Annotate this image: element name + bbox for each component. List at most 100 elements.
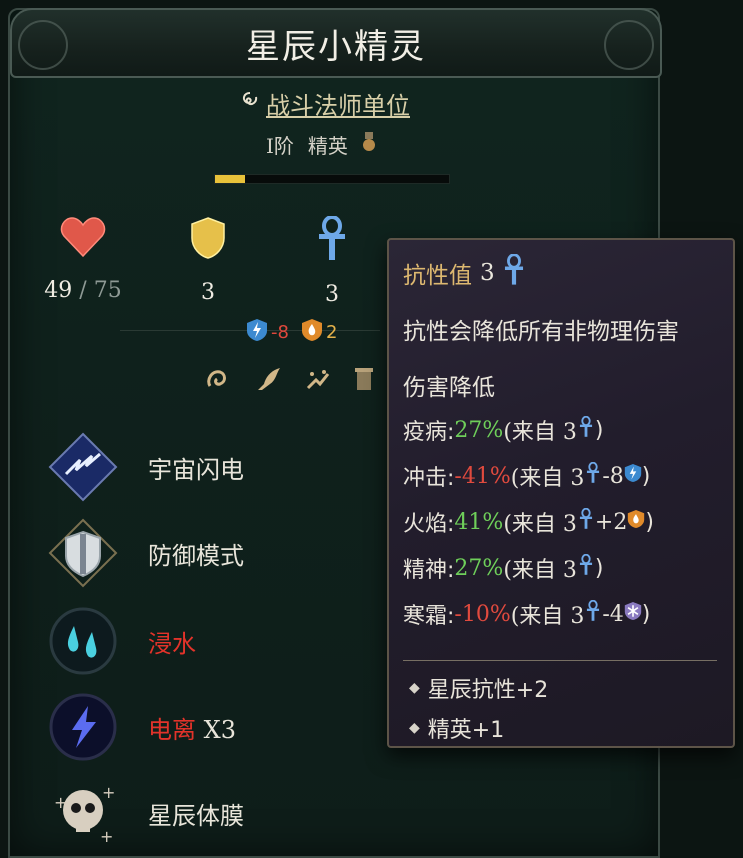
health-separator: / <box>79 278 87 303</box>
status-soaked[interactable]: 浸水 <box>46 604 196 678</box>
row-label: 火焰: <box>403 512 455 537</box>
fire-shield-icon <box>627 509 645 535</box>
title-bar: 星辰小精灵 <box>10 8 662 78</box>
ability-astral-membrane[interactable]: + + + 星辰体膜 <box>46 776 244 850</box>
tooltip-value: 3 <box>480 260 495 286</box>
shield-icon <box>168 216 248 264</box>
row-percent: 27% <box>454 555 504 581</box>
row-label: 精神: <box>403 558 455 583</box>
tooltip-row-impact: 冲击: -41% (来自 3 -8 ) <box>403 460 650 492</box>
status-ionized[interactable]: 电离 X3 <box>46 690 236 764</box>
svg-text:+: + <box>100 827 113 846</box>
status-soaked-label: 浸水 <box>148 629 196 658</box>
row-source: (来自 3 <box>503 420 577 445</box>
cosmic-lightning-icon <box>46 430 120 504</box>
resistance-value: 3 <box>325 282 339 307</box>
resistance-tooltip: 抗性值 3 抗性会降低所有非物理伤害 伤害降低 疫病: 27% (来自 3 ) … <box>387 238 735 748</box>
health-stat[interactable]: 49 / 75 <box>43 216 123 303</box>
svg-text:+: + <box>102 783 115 802</box>
health-current: 49 <box>44 278 73 303</box>
row-label: 疫病: <box>403 420 455 445</box>
ability-cosmic-lightning-label: 宇宙闪电 <box>148 455 244 484</box>
ankh-icon <box>292 215 372 266</box>
fire-shield-icon <box>301 318 323 347</box>
ankh-icon <box>586 461 600 490</box>
unit-title: 星辰小精灵 <box>246 26 426 67</box>
ankh-icon <box>503 253 525 292</box>
wing-tag-icon[interactable] <box>254 366 282 401</box>
ionized-icon <box>46 690 120 764</box>
spiral-icon <box>240 91 260 116</box>
tooltip-row-plague: 疫病: 27% (来自 3 ) <box>403 414 604 446</box>
row-percent: 41% <box>454 509 504 535</box>
row-close: ) <box>641 601 651 627</box>
tooltip-bullet: ◆ 星辰抗性+2 <box>409 672 548 704</box>
row-source: (来自 3 <box>510 604 585 629</box>
xp-bar <box>214 174 450 184</box>
status-ionized-name: 电离 <box>148 715 196 744</box>
rank-class: 精英 <box>307 134 348 158</box>
bullet-text: 星辰抗性+2 <box>427 678 549 703</box>
swirl-tag-icon[interactable] <box>204 366 232 401</box>
row-close: ) <box>645 509 654 535</box>
tooltip-bullet: ◆ 精英+1 <box>409 712 504 744</box>
row-extra: +2 <box>594 509 628 535</box>
ankh-icon <box>586 599 600 628</box>
lightning-shield-icon <box>246 318 268 347</box>
tooltip-row-fire: 火焰: 41% (来自 3 +2 ) <box>403 506 654 538</box>
row-extra: -8 <box>602 463 624 489</box>
row-close: ) <box>594 417 604 443</box>
resistance-stat[interactable]: 3 <box>292 215 372 307</box>
diamond-bullet-icon: ◆ <box>409 680 420 696</box>
status-ionized-label: 电离 X3 <box>148 710 236 745</box>
ability-defense-mode-label: 防御模式 <box>148 541 244 570</box>
row-close: ) <box>594 555 604 581</box>
svg-text:+: + <box>54 793 67 812</box>
tooltip-header: 抗性值 3 <box>403 253 525 292</box>
row-label: 冲击: <box>403 466 455 491</box>
ankh-icon <box>579 553 593 582</box>
xp-bar-fill <box>215 175 246 183</box>
scroll-tag-icon[interactable] <box>354 366 374 401</box>
armor-stat[interactable]: 3 <box>168 216 248 305</box>
stars-tag-icon[interactable] <box>304 366 332 401</box>
status-ionized-mult: X3 <box>203 715 236 744</box>
tooltip-row-frost: 寒霜: -10% (来自 3 -4 ) <box>403 598 650 630</box>
health-max: 75 <box>93 278 122 303</box>
ankh-icon <box>579 415 593 444</box>
row-extra: -4 <box>602 601 624 627</box>
modifier-lightning-value: -8 <box>271 322 289 343</box>
skull-plus-icon: + + + <box>46 776 120 850</box>
row-percent: -10% <box>454 601 511 627</box>
rank-row: I阶 精英 <box>266 130 376 159</box>
row-source: (来自 3 <box>503 558 577 583</box>
row-source: (来自 3 <box>510 466 585 491</box>
defense-mode-icon <box>46 516 120 590</box>
unit-tags <box>204 366 374 401</box>
row-close: ) <box>641 463 651 489</box>
modifier-fire[interactable]: 2 <box>301 318 337 347</box>
modifier-lightning[interactable]: -8 <box>246 318 289 347</box>
lightning-shield-icon <box>624 463 642 489</box>
ability-astral-membrane-label: 星辰体膜 <box>148 801 244 830</box>
unit-type-link[interactable]: 战斗法师单位 <box>240 86 410 121</box>
modifiers-row: -8 2 <box>246 318 337 347</box>
frost-shield-icon <box>624 601 642 627</box>
row-label: 寒霜: <box>403 604 455 629</box>
row-source: (来自 3 <box>503 512 577 537</box>
modifier-fire-value: 2 <box>325 322 338 343</box>
bullet-text: 精英+1 <box>427 718 505 743</box>
diamond-bullet-icon: ◆ <box>409 720 420 736</box>
medal-icon <box>362 132 376 157</box>
row-percent: -41% <box>454 463 511 489</box>
tooltip-divider <box>403 660 717 661</box>
ability-cosmic-lightning[interactable]: 宇宙闪电 <box>46 430 244 504</box>
tooltip-row-spirit: 精神: 27% (来自 3 ) <box>403 552 604 584</box>
unit-type-label: 战斗法师单位 <box>266 92 410 120</box>
tooltip-title: 抗性值 <box>403 263 472 289</box>
row-percent: 27% <box>454 417 504 443</box>
armor-value: 3 <box>201 280 215 305</box>
heart-icon <box>43 216 123 262</box>
ability-defense-mode[interactable]: 防御模式 <box>46 516 244 590</box>
tooltip-subheader: 伤害降低 <box>403 375 495 401</box>
